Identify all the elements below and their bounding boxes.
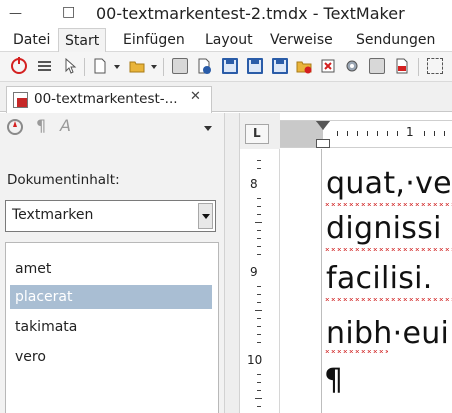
save-icon[interactable] (222, 58, 238, 74)
list-item[interactable]: takimata (10, 315, 212, 339)
list-item[interactable]: vero (10, 345, 212, 369)
spellcheck-underline (324, 350, 388, 353)
print-icon[interactable] (172, 58, 188, 74)
restore-button[interactable]: □ (62, 4, 75, 20)
document-line: nibh·eui (326, 316, 450, 351)
menu-layout[interactable]: Layout (205, 28, 253, 52)
settings-icon[interactable] (344, 58, 360, 74)
ruler-tick (397, 131, 398, 136)
pointer-icon[interactable] (62, 57, 78, 74)
menu-datei[interactable]: Datei (13, 28, 50, 52)
toolbar (0, 52, 452, 82)
ruler-tick (434, 131, 435, 136)
left-indent-marker[interactable] (316, 139, 330, 148)
ruler-label: 1 (406, 125, 414, 139)
document-line: dignissi (326, 211, 442, 246)
content-type-value: Textmarken (12, 207, 94, 223)
ruler-tick (257, 198, 261, 199)
list-item-selected[interactable]: placerat (10, 285, 212, 309)
ruler-tick (257, 302, 261, 303)
toolbar-separator (418, 58, 419, 76)
menu-bar: Datei Start Einfügen Layout Verweise Sen… (0, 28, 452, 54)
delete-icon[interactable] (320, 58, 336, 74)
font-icon[interactable]: A (60, 116, 71, 135)
ruler-tick (377, 131, 378, 136)
ruler-tick (257, 374, 261, 375)
ruler-tick (424, 131, 425, 136)
spellcheck-underline (324, 203, 452, 206)
window-title: 00-textmarkentest-2.tmdx - TextMaker (96, 4, 405, 23)
ruler-label: 8 (250, 177, 258, 191)
ruler-tick (257, 206, 261, 207)
chevron-down-icon[interactable] (114, 65, 120, 69)
spellcheck-underline (324, 298, 452, 301)
chevron-down-icon[interactable] (151, 65, 157, 69)
ruler-tick (347, 131, 348, 136)
document-content-label: Dokumentinhalt: (7, 172, 120, 188)
menu-icon[interactable] (37, 58, 53, 74)
print-preview-icon[interactable] (369, 58, 385, 74)
ruler-tick (257, 294, 261, 295)
ruler-tick (367, 131, 368, 136)
tab-stop-glyph: L (253, 126, 261, 140)
ruler-label: 10 (247, 353, 263, 367)
ruler-tick (357, 131, 358, 136)
ruler-tick (337, 131, 338, 136)
ruler-tick (444, 131, 445, 136)
ruler-tick (257, 230, 261, 231)
ruler-tick (257, 326, 261, 327)
open-folder-icon[interactable] (129, 58, 145, 74)
list-item[interactable]: amet (10, 257, 212, 281)
document-line: quat,·ve (326, 166, 452, 201)
menu-start[interactable]: Start (58, 28, 107, 54)
ruler-tick (257, 238, 261, 239)
ruler-tick (257, 406, 261, 407)
spellcheck-underline (324, 248, 452, 251)
document-line: facilisi. (326, 261, 433, 296)
select-frame-icon[interactable] (427, 58, 443, 74)
document-tab-label: 00-textmarkentest-... (34, 91, 178, 107)
new-document-icon[interactable] (92, 58, 108, 74)
ruler-tick (257, 160, 261, 161)
save-all-icon[interactable] (272, 58, 288, 74)
toolbar-separator (84, 58, 85, 76)
save-as-icon[interactable] (247, 58, 263, 74)
ruler-tick (257, 334, 261, 335)
ruler-tick (257, 254, 261, 255)
ruler-tick (257, 390, 261, 391)
panel-splitter[interactable] (224, 113, 240, 413)
tab-stop-selector[interactable]: L (245, 124, 269, 144)
ruler-tick (257, 168, 261, 169)
pilcrow-icon[interactable]: ¶ (36, 116, 46, 135)
ruler-tick (257, 342, 261, 343)
minimize-button[interactable]: — (9, 6, 22, 21)
ruler-label: 9 (250, 265, 258, 279)
ruler-tick (257, 214, 261, 215)
chevron-down-icon[interactable] (204, 126, 212, 131)
paragraph-mark: ¶ (324, 363, 344, 398)
menu-einfuegen[interactable]: Einfügen (123, 28, 185, 52)
ruler-tick (255, 222, 262, 223)
menu-verweise[interactable]: Verweise (270, 28, 333, 52)
ruler-tick (255, 310, 262, 311)
ruler-tick (257, 318, 261, 319)
close-document-icon[interactable] (296, 58, 312, 74)
ruler-tick (255, 398, 262, 399)
toolbar-separator (163, 58, 164, 76)
pdf-export-icon[interactable] (394, 58, 410, 74)
page-margin-line (321, 149, 322, 413)
navigator-icon[interactable] (7, 119, 23, 135)
power-icon[interactable] (11, 57, 27, 74)
document-info-icon[interactable] (196, 58, 212, 74)
ruler-tick (387, 131, 388, 136)
close-icon[interactable]: ✕ (190, 89, 201, 104)
ruler-tick (257, 246, 261, 247)
textmaker-document-icon (13, 92, 28, 108)
panel-toolbar: ¶ A (0, 113, 224, 143)
menu-sendungen[interactable]: Sendungen (356, 28, 435, 52)
chevron-down-icon (202, 214, 210, 219)
ruler-tick (257, 382, 261, 383)
ruler-tick (257, 286, 261, 287)
